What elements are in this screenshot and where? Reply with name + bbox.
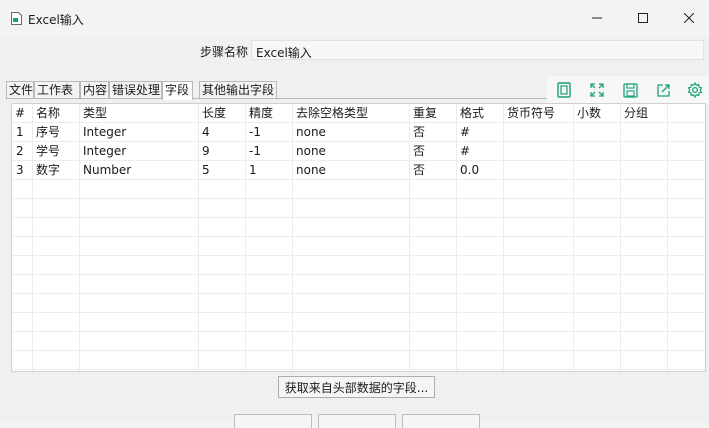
format-cell[interactable]: 0.0 (456, 161, 503, 180)
get-fields-button-label: 获取来自头部数据的字段... (284, 380, 429, 395)
column-header-index[interactable]: # (12, 104, 32, 123)
empty-row (12, 180, 705, 199)
name-cell[interactable]: 学号 (32, 142, 79, 161)
type-cell[interactable]: Integer (79, 142, 198, 161)
empty-row (12, 256, 705, 275)
row-index-cell: 3 (16, 163, 24, 177)
repeat-cell[interactable]: 否 (409, 123, 456, 142)
column-header-trim-type[interactable]: 去除空格类型 (292, 104, 409, 123)
settings-button[interactable] (684, 79, 706, 101)
step-name-label: 步骤名称 (200, 45, 249, 59)
maximize-icon (638, 13, 648, 23)
tab-fields[interactable]: 字段 (162, 81, 193, 100)
column-header-length[interactable]: 长度 (198, 104, 245, 123)
decimal-cell[interactable] (573, 161, 620, 180)
currency-cell[interactable] (503, 142, 573, 161)
column-header-format[interactable]: 格式 (456, 104, 503, 123)
row-index-cell: 1 (16, 125, 24, 139)
format-cell[interactable]: # (456, 142, 503, 161)
close-icon (684, 13, 694, 23)
expand-icon (590, 83, 604, 97)
fields-table[interactable]: # 名称 类型 长度 精度 去除空格类型 重复 格式 货币符号 小数 分组 1 … (11, 103, 706, 372)
column-header-type[interactable]: 类型 (79, 104, 198, 123)
precision-cell[interactable]: -1 (245, 123, 292, 142)
empty-row (12, 294, 705, 313)
column-header-currency[interactable]: 货币符号 (503, 104, 573, 123)
trim-type-cell[interactable]: none (292, 123, 409, 142)
empty-row (12, 218, 705, 237)
tab-error-handling[interactable]: 错误处理 (109, 81, 162, 98)
format-cell[interactable]: # (456, 123, 503, 142)
table-row[interactable]: 3 数字 Number 5 1 none 否 0.0 (12, 161, 705, 180)
column-header-repeat[interactable]: 重复 (409, 104, 456, 123)
table-row[interactable]: 2 学号 Integer 9 -1 none 否 # (12, 142, 705, 161)
minimize-icon (592, 17, 602, 19)
excel-input-dialog: Excel输入 步骤名称 Excel输入 文件 工作表 内容 错误处理 字段 其… (0, 0, 709, 428)
title-bar: Excel输入 (0, 0, 709, 36)
copy-button[interactable] (553, 79, 575, 101)
cancel-button[interactable] (402, 414, 480, 428)
grouping-cell[interactable] (620, 142, 667, 161)
tab-content[interactable]: 内容 (80, 81, 109, 98)
empty-row (12, 199, 705, 218)
maximize-button[interactable] (620, 0, 666, 36)
currency-cell[interactable] (503, 123, 573, 142)
name-cell[interactable]: 序号 (32, 123, 79, 142)
row-index-cell: 2 (16, 144, 24, 158)
decimal-cell[interactable] (573, 142, 620, 161)
copy-icon (557, 82, 571, 98)
length-cell[interactable]: 4 (198, 123, 245, 142)
tab-divider (6, 98, 547, 99)
trim-type-cell[interactable]: none (292, 161, 409, 180)
save-button[interactable] (619, 79, 641, 101)
step-name-input[interactable]: Excel输入 (251, 40, 704, 60)
type-cell[interactable]: Number (79, 161, 198, 180)
expand-button[interactable] (586, 79, 608, 101)
length-cell[interactable]: 5 (198, 161, 245, 180)
export-button[interactable] (652, 79, 674, 101)
trim-type-cell[interactable]: none (292, 142, 409, 161)
empty-row (12, 237, 705, 256)
preview-button[interactable] (318, 414, 396, 428)
type-cell[interactable]: Integer (79, 123, 198, 142)
table-row[interactable]: 1 序号 Integer 4 -1 none 否 # (12, 123, 705, 142)
column-header-decimal[interactable]: 小数 (573, 104, 620, 123)
precision-cell[interactable]: -1 (245, 142, 292, 161)
save-icon (622, 82, 638, 98)
minimize-button[interactable] (574, 0, 620, 36)
grouping-cell[interactable] (620, 123, 667, 142)
tab-file[interactable]: 文件 (6, 81, 34, 98)
table-header: # 名称 类型 长度 精度 去除空格类型 重复 格式 货币符号 小数 分组 (12, 104, 705, 123)
length-cell[interactable]: 9 (198, 142, 245, 161)
repeat-cell[interactable]: 否 (409, 142, 456, 161)
close-button[interactable] (666, 0, 709, 36)
column-header-name[interactable]: 名称 (32, 104, 79, 123)
get-fields-from-header-button[interactable]: 获取来自头部数据的字段... (278, 376, 435, 398)
column-header-precision[interactable]: 精度 (245, 104, 292, 123)
empty-row (12, 351, 705, 370)
column-header-grouping[interactable]: 分组 (620, 104, 667, 123)
empty-row (12, 275, 705, 294)
app-document-icon (11, 12, 22, 25)
precision-cell[interactable]: 1 (245, 161, 292, 180)
currency-cell[interactable] (503, 161, 573, 180)
settings-icon (687, 82, 703, 98)
window-title: Excel输入 (28, 13, 84, 27)
repeat-cell[interactable]: 否 (409, 161, 456, 180)
tab-worksheet[interactable]: 工作表 (34, 81, 80, 98)
export-icon (656, 83, 670, 97)
tab-other-output-fields[interactable]: 其他输出字段 (199, 81, 277, 98)
ok-button[interactable] (234, 414, 312, 428)
empty-row (12, 313, 705, 332)
empty-row (12, 332, 705, 351)
decimal-cell[interactable] (573, 123, 620, 142)
grouping-cell[interactable] (620, 161, 667, 180)
toolbar (547, 76, 709, 104)
name-cell[interactable]: 数字 (32, 161, 79, 180)
